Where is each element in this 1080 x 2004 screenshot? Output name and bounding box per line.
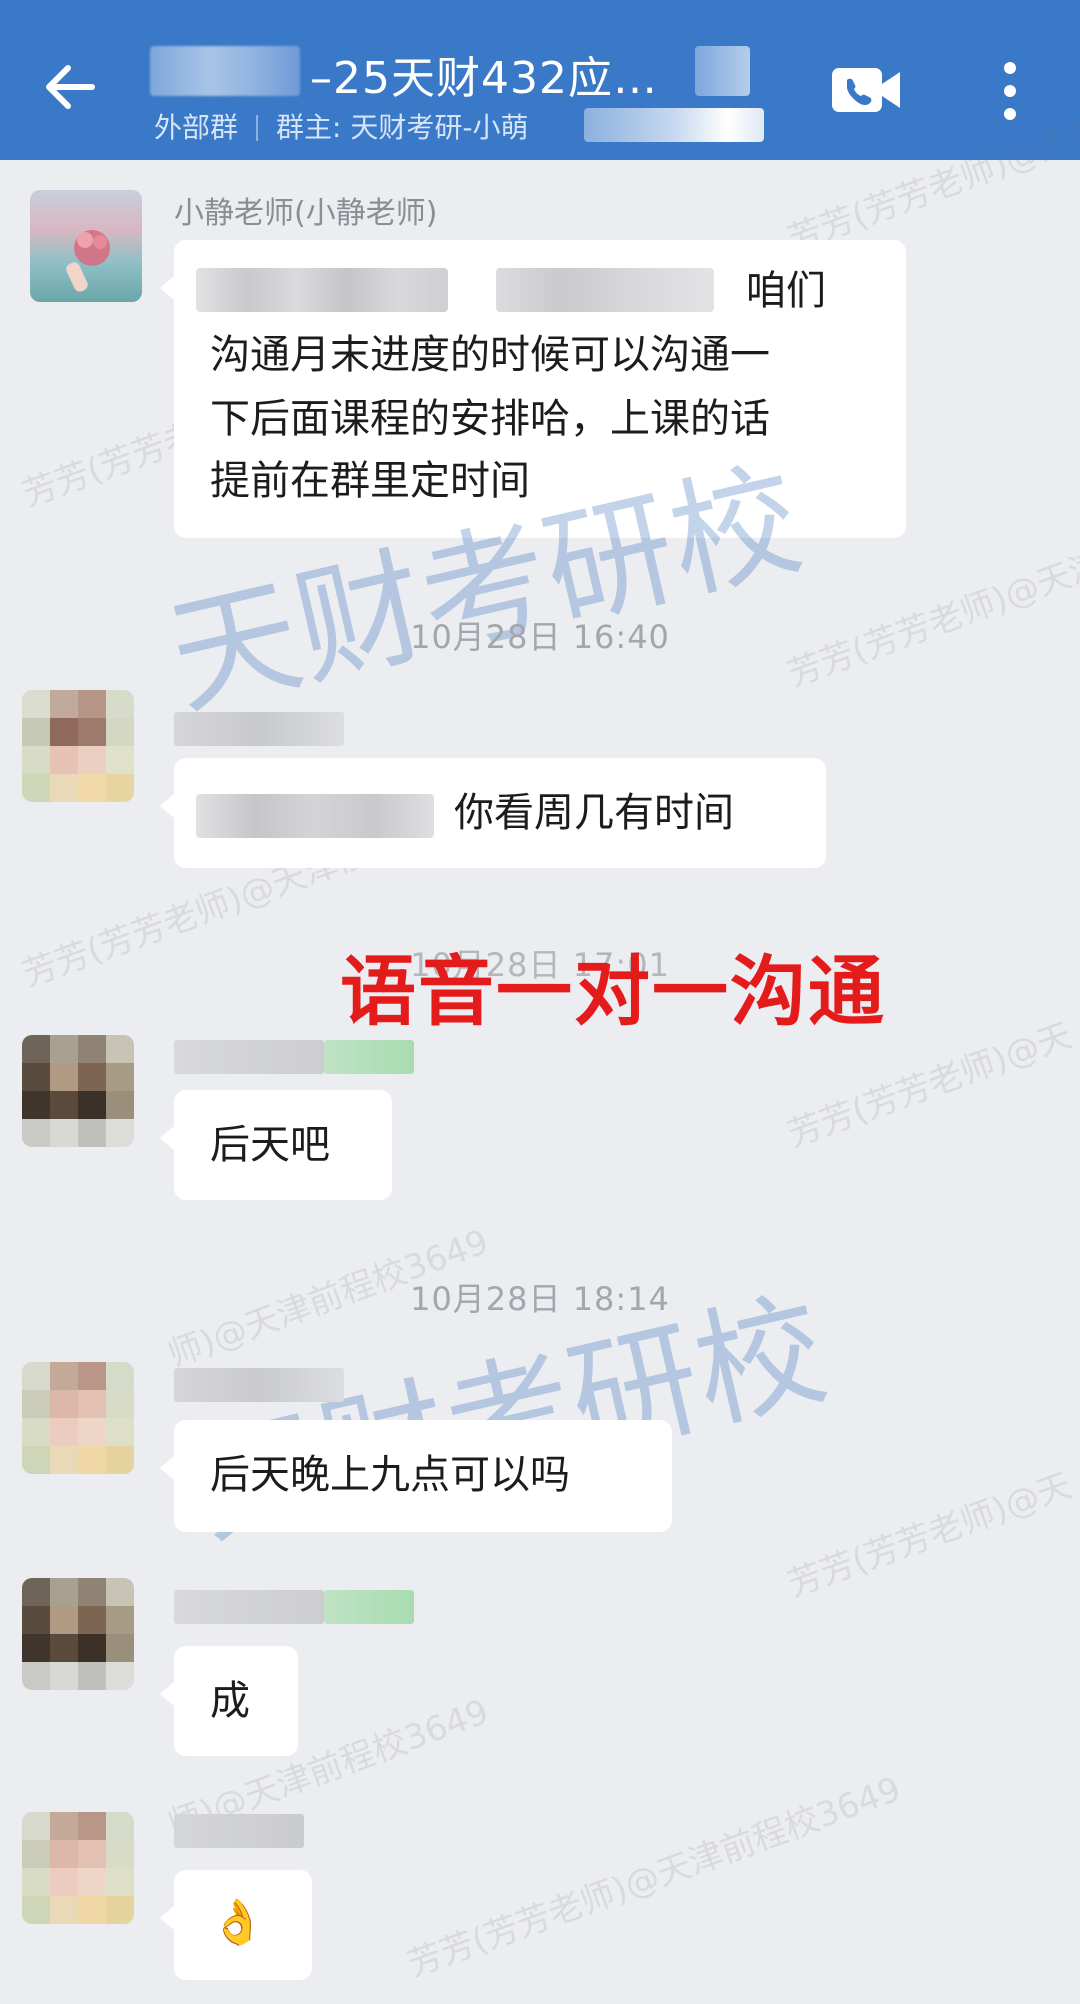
group-type-label: 外部群	[154, 111, 239, 144]
obscured-title-part	[150, 46, 300, 96]
message-bubble[interactable]: 后天晚上九点可以吗	[160, 1420, 672, 1532]
message-text: 咱们	[746, 268, 826, 314]
annotation-label: 语音一对一沟通	[340, 947, 886, 1036]
message-text: 后天吧	[210, 1122, 330, 1168]
message-text: 你看周几有时间	[454, 790, 734, 836]
chat-title-area[interactable]: –25天财432应… 外部群 群主: 天财考研-小萌	[150, 38, 790, 148]
obscured-sender-tag	[324, 1590, 414, 1624]
message-bubble[interactable]: 👌	[160, 1870, 312, 1980]
ok-hand-emoji: 👌	[210, 1897, 265, 1948]
sender-name: 小静老师(小静老师)	[174, 196, 438, 231]
chat-subtitle: 外部群 群主: 天财考研-小萌	[154, 106, 794, 146]
avatar[interactable]	[30, 190, 142, 302]
obscured-text	[196, 794, 434, 838]
message-bubble[interactable]: 你看周几有时间	[160, 758, 826, 868]
obscured-title-end	[695, 46, 750, 96]
message-text: 提前在群里定时间	[210, 458, 530, 504]
obscured-sender-name	[174, 1814, 304, 1848]
obscured-text	[496, 268, 714, 312]
avatar[interactable]	[22, 1035, 134, 1147]
message-text: 成	[210, 1678, 250, 1724]
back-arrow-icon[interactable]	[36, 52, 106, 122]
watermark-text: 芳芳(芳芳老师)@天津前程校3649	[402, 1769, 907, 1986]
chat-header: –25天财432应… 外部群 群主: 天财考研-小萌	[0, 0, 1080, 160]
obscured-owner-name	[584, 108, 764, 142]
message-text: 下后面课程的安排哈，上课的话	[210, 396, 770, 442]
avatar[interactable]	[22, 1812, 134, 1924]
avatar[interactable]	[22, 1362, 134, 1474]
message-text: 沟通月末进度的时候可以沟通一	[210, 332, 770, 378]
timestamp: 10月28日 16:40	[410, 618, 670, 656]
message-text: 后天晚上九点可以吗	[210, 1452, 570, 1498]
more-vertical-icon[interactable]	[990, 56, 1030, 126]
obscured-sender-name	[174, 712, 344, 746]
message-bubble[interactable]: 成	[160, 1646, 298, 1756]
obscured-sender-name	[174, 1590, 324, 1624]
message-bubble[interactable]: 后天吧	[160, 1090, 392, 1200]
chat-title: –25天财432应…	[310, 53, 658, 104]
timestamp: 10月28日 18:14	[410, 1280, 670, 1318]
subtitle-divider	[256, 115, 259, 141]
obscured-sender-name	[174, 1368, 344, 1402]
video-call-icon[interactable]	[830, 64, 902, 116]
watermark-text: 芳芳(芳芳老师)@天	[782, 1465, 1077, 1606]
obscured-sender-name	[174, 1040, 324, 1074]
avatar[interactable]	[22, 690, 134, 802]
message-bubble[interactable]: 咱们 沟通月末进度的时候可以沟通一 下后面课程的安排哈，上课的话 提前在群里定时…	[160, 240, 906, 538]
group-owner-label: 群主: 天财考研-小萌	[276, 111, 529, 144]
obscured-sender-tag	[324, 1040, 414, 1074]
avatar[interactable]	[22, 1578, 134, 1690]
obscured-text	[196, 268, 448, 312]
